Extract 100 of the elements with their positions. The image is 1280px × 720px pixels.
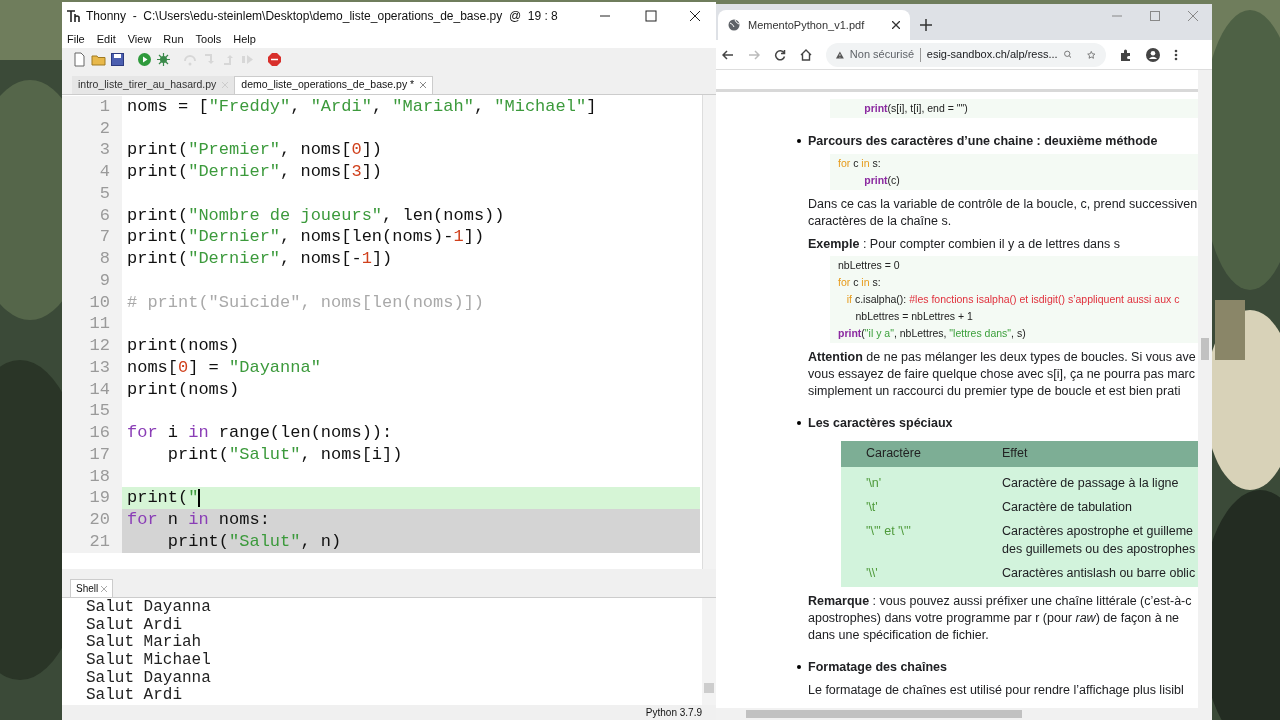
home-icon[interactable] <box>800 48 812 61</box>
code-line: print(s[i], t[i], end = "") <box>863 101 969 116</box>
star-icon[interactable] <box>1087 48 1096 61</box>
line-number: 18 <box>62 465 122 488</box>
shell-line: Salut Mariah <box>86 634 203 652</box>
new-file-icon[interactable] <box>72 52 87 68</box>
section-heading: Parcours des caractères d’une chaine : deuxième méthode <box>808 133 1158 150</box>
close-icon[interactable] <box>689 9 701 22</box>
line-number: 19 <box>62 487 122 509</box>
section-heading: Les caractères spéciaux <box>808 414 953 432</box>
paragraph: Exemple : Pour compter combien il y a de lettres dans s <box>808 235 1121 253</box>
line-number: 16 <box>62 422 122 444</box>
menu-item[interactable]: View <box>127 30 152 48</box>
code-line: print(c) <box>863 172 901 188</box>
code-line: for n in noms: <box>127 509 270 531</box>
shell-line: Salut Michael <box>86 652 212 670</box>
back-icon[interactable] <box>722 48 734 61</box>
address-bar[interactable]: Non sécurisé esig-sandbox.ch/alp/ress... <box>826 42 1106 67</box>
tab[interactable]: Shell <box>70 579 114 597</box>
line-number: 15 <box>62 400 122 422</box>
extensions-icon[interactable] <box>1120 48 1132 61</box>
code-line: print(noms) <box>127 335 240 357</box>
line-number: 1 <box>62 95 122 118</box>
line-number: 20 <box>62 509 122 531</box>
line-number: 6 <box>62 204 122 227</box>
line-number: 11 <box>62 313 122 335</box>
scrollbar[interactable] <box>716 708 1212 720</box>
scrollbar[interactable] <box>702 598 716 705</box>
code-line: for i in range(len(noms)): <box>127 422 393 444</box>
table-cell-text: Caractère de tabulation <box>1002 498 1132 516</box>
line-number: 13 <box>62 356 122 379</box>
table-cell-text: "\'" et '\"' <box>865 522 912 540</box>
code-line: print("Salut", noms[i]) <box>166 443 403 466</box>
code-line: print("il y a", nbLettres, "lettres dans", s) <box>838 325 1027 341</box>
menu-icon[interactable] <box>1174 48 1178 61</box>
code-line: for c in s: <box>838 155 882 171</box>
menu-item[interactable]: Help <box>233 30 256 48</box>
code-line: for c in s: <box>838 274 882 290</box>
browser-tab[interactable]: MementoPython_v1.pdf <box>718 10 910 40</box>
line-number: 3 <box>62 139 122 161</box>
code-line: print("Dernier", noms[3]) <box>127 161 383 183</box>
menu-item[interactable]: File <box>67 30 85 48</box>
line-number: 4 <box>62 161 122 183</box>
warning-icon <box>836 49 844 60</box>
code-line: print("Salut", n) <box>166 530 342 553</box>
line-number: 10 <box>62 291 122 314</box>
menu-item[interactable]: Edit <box>96 30 116 48</box>
shell-line: Salut Ardi <box>86 687 183 705</box>
paragraph: Le formatage de chaînes est utilisé pour rendre l’affichage plus lisibl <box>808 682 1185 700</box>
line-number: 2 <box>62 117 122 140</box>
tab[interactable]: intro_liste_tirer_au_hasard.py <box>72 75 235 94</box>
zoom-icon[interactable] <box>1063 49 1072 60</box>
maximize-icon[interactable] <box>645 9 657 22</box>
new-tab-icon[interactable] <box>920 19 932 31</box>
table-cell-text: '\\' <box>865 564 879 582</box>
code-line: print("Dernier", noms[len(noms)-1]) <box>127 226 485 248</box>
bug-icon[interactable] <box>156 52 171 68</box>
code-line: nbLettres = 0 <box>838 257 901 273</box>
close-icon[interactable] <box>892 21 900 29</box>
tab[interactable]: demo_liste_operations_de_base.py * <box>234 75 434 94</box>
bullet-icon <box>797 421 801 426</box>
maximize-icon[interactable] <box>1150 11 1160 21</box>
bullet-icon <box>797 664 801 669</box>
code-line: noms = ["Freddy", "Ardi", "Mariah", "Michael"] <box>127 95 597 118</box>
column-header: Caractère <box>865 445 922 463</box>
line-number: 12 <box>62 335 122 357</box>
line-number: 17 <box>62 443 122 466</box>
code-line: print("Dernier", noms[-1]) <box>127 248 393 270</box>
paragraph: Dans ce cas la variable de contrôle de la boucle, c, prend successiven caractères de la chaîne s. <box>808 195 1198 230</box>
scrollbar[interactable] <box>1198 70 1212 708</box>
code-line: print(" <box>127 487 199 509</box>
code-line: nbLettres = nbLettres + 1 <box>854 308 974 324</box>
window-title: Thonny - C:\Users\edu-steinlem\Desktop\demo_liste_operations_de_base.py @ 19 : 8 <box>86 7 558 25</box>
profile-icon[interactable] <box>1146 47 1160 62</box>
code-line: if c.isalpha(): #les fonctions isalpha() et isdigit() s’appliquent aussi aux c <box>845 291 1181 307</box>
paragraph: Remarque : vous pouvez aussi préfixer une chaîne littérale (c’est-à-c apostrophes) dans votre programme par r (pour raw) de façon à ne dans une spécification de fichier. <box>808 592 1193 644</box>
code-line: # print("Suicide", noms[len(noms)]) <box>127 291 485 314</box>
reload-icon[interactable] <box>774 48 786 61</box>
menu-item[interactable]: Tools <box>195 30 222 48</box>
shell-line: Salut Dayanna <box>86 669 212 687</box>
column-header: Effet <box>1002 445 1028 463</box>
code-line: noms[0] = "Dayanna" <box>127 356 321 379</box>
bullet-icon <box>797 139 801 144</box>
line-number: 7 <box>62 226 122 248</box>
globe-icon <box>728 19 740 31</box>
menu-item[interactable]: Run <box>163 30 184 48</box>
code-line: print(noms) <box>127 378 240 401</box>
line-number: 5 <box>62 182 122 205</box>
code-line: print("Nombre de joueurs", len(noms)) <box>127 204 505 227</box>
run-icon[interactable] <box>137 52 152 68</box>
forward-icon[interactable] <box>748 48 760 61</box>
table-cell-text: '\n' <box>865 474 883 492</box>
stop-icon[interactable] <box>267 52 282 68</box>
table-cell-text: Caractères apostrophe et guilleme des guillemets ou des apostrophes <box>1002 522 1196 558</box>
save-icon[interactable] <box>110 52 125 68</box>
scrollbar[interactable] <box>702 94 716 570</box>
line-number: 14 <box>62 378 122 401</box>
code-line: print("Premier", noms[0]) <box>127 139 383 161</box>
table-cell-text: Caractères antislash ou barre oblic <box>1002 564 1196 582</box>
table-cell-text: '\t' <box>865 498 879 516</box>
